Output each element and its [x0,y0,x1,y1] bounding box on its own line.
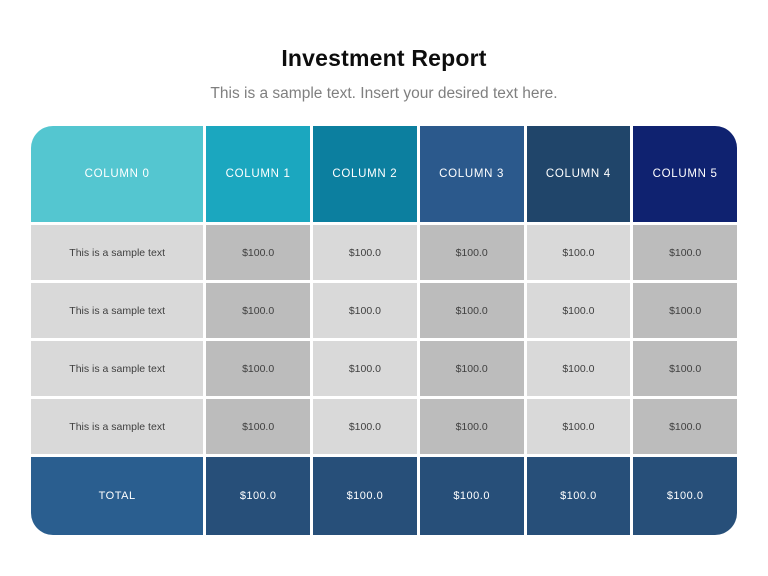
table-cell: $100.0 [419,341,524,396]
total-cell: $100.0 [633,457,738,535]
total-cell: $100.0 [313,457,417,535]
column-header-label: COLUMN 2 [332,168,398,180]
page-subtitle: This is a sample text. Insert your desir… [210,85,558,103]
table-cell: $100.0 [526,225,631,280]
table-cell: $100.0 [313,341,417,396]
table-cell: $100.0 [313,225,417,280]
column-header-label: COLUMN 4 [545,168,611,180]
table-cell: $100.0 [206,399,311,454]
table-cell: $100.0 [633,399,738,454]
table-cell: This is a sample text [31,399,204,454]
total-cell: $100.0 [206,457,311,535]
table-row: This is a sample text $100.0 $100.0 $100… [31,341,738,396]
investment-table: COLUMN 0 COLUMN 1 COLUMN 2 COLUMN 3 COLU… [31,126,738,535]
table-cell: $100.0 [419,399,524,454]
table-cell: $100.0 [526,341,631,396]
table-cell: $100.0 [419,283,524,338]
table-cell: $100.0 [526,399,631,454]
column-header-0[interactable]: COLUMN 0 [31,126,204,222]
table-cell: $100.0 [419,225,524,280]
page-title: Investment Report [281,45,487,71]
table-cell: $100.0 [206,341,311,396]
table-cell: $100.0 [206,283,311,338]
table-cell: $100.0 [633,283,738,338]
column-header-4[interactable]: COLUMN 4 [526,126,631,222]
column-header-label: COLUMN 5 [652,168,718,180]
table-cell: This is a sample text [31,341,204,396]
table-row: This is a sample text $100.0 $100.0 $100… [31,399,738,454]
column-header-2[interactable]: COLUMN 2 [313,126,417,222]
total-label-cell: TOTAL [31,457,204,535]
total-cell: $100.0 [419,457,524,535]
table-total-row: TOTAL $100.0 $100.0 $100.0 $100.0 $100.0 [31,457,738,535]
column-header-5[interactable]: COLUMN 5 [633,126,738,222]
table-cell: $100.0 [633,225,738,280]
table-header-row: COLUMN 0 COLUMN 1 COLUMN 2 COLUMN 3 COLU… [31,126,738,222]
table-cell: $100.0 [313,399,417,454]
table-cell: $100.0 [313,283,417,338]
column-header-1[interactable]: COLUMN 1 [206,126,311,222]
table-cell: $100.0 [633,341,738,396]
column-header-label: COLUMN 1 [225,168,291,180]
total-cell: $100.0 [526,457,631,535]
column-header-3[interactable]: COLUMN 3 [419,126,524,222]
table-cell: This is a sample text [31,283,204,338]
table-row: This is a sample text $100.0 $100.0 $100… [31,225,738,280]
slide: Investment Report This is a sample text.… [0,0,768,576]
title-block: Investment Report This is a sample text.… [0,0,768,104]
table-cell: $100.0 [526,283,631,338]
table-row: This is a sample text $100.0 $100.0 $100… [31,283,738,338]
column-header-label: COLUMN 0 [84,168,150,180]
table-cell: This is a sample text [31,225,204,280]
table-cell: $100.0 [206,225,311,280]
column-header-label: COLUMN 3 [439,168,505,180]
